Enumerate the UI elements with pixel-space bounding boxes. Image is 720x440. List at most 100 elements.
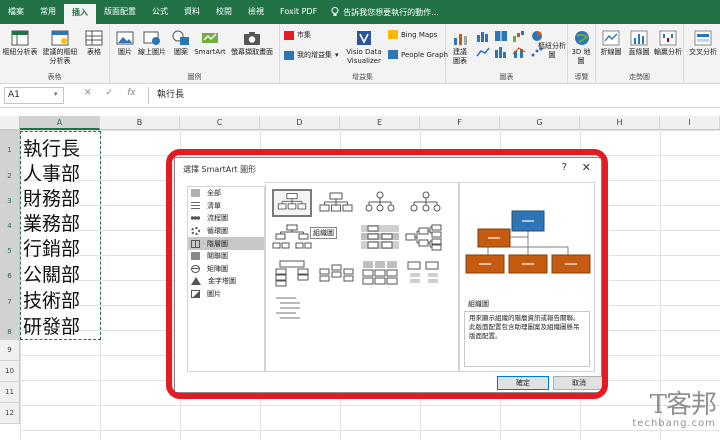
tell-me-box[interactable]: 告訴我您想要執行的動作... <box>331 7 439 18</box>
formula-actions: ✕ ✓ fx <box>84 88 136 98</box>
tab-page-layout[interactable]: 版面配置 <box>96 0 144 24</box>
screenshot-button[interactable]: 螢幕擷取畫面 <box>228 30 276 57</box>
pictures-button[interactable]: 圖片 <box>114 30 136 57</box>
pie-chart-icon[interactable] <box>530 30 544 42</box>
tab-data[interactable]: 資料 <box>176 0 208 24</box>
camera-icon <box>244 32 260 45</box>
row-header-8[interactable]: 8 <box>0 308 20 340</box>
people-graph-button[interactable]: People Graph <box>388 50 448 59</box>
pivot-chart-button[interactable]: 樞紐分析圖 <box>538 42 568 60</box>
group-tours: 3D 地圖 導覽 <box>568 24 596 84</box>
chevron-down-icon: ▾ <box>335 51 339 59</box>
store-button[interactable]: 市集 <box>284 30 311 40</box>
bing-maps-button[interactable]: Bing Maps <box>388 30 437 39</box>
row-header-11[interactable]: 11 <box>0 382 20 403</box>
combo-chart-icon[interactable] <box>512 46 526 58</box>
formula-bar: A1 ▾ ✕ ✓ fx 執行長 <box>0 84 720 108</box>
visio-data-visualizer-button[interactable]: Visio Data Visualizer <box>342 30 386 66</box>
cancel-icon[interactable]: ✕ <box>84 88 92 98</box>
group-addins: 市集 我的增益集 ▾ Visio Data Visualizer Bing Ma… <box>280 24 448 84</box>
group-charts-label: 圖表 <box>499 73 514 81</box>
globe-icon <box>575 31 589 45</box>
column-header-a[interactable]: A <box>20 116 100 130</box>
sparkline-column-icon <box>630 30 648 46</box>
lightbulb-icon <box>331 7 339 16</box>
recommended-pivot-icon <box>51 30 69 46</box>
smartart-button[interactable]: SmartArt <box>194 30 226 57</box>
pivot-table-icon <box>11 30 29 46</box>
row-header-10[interactable]: 10 <box>0 361 20 382</box>
shapes-button[interactable]: 圖案 <box>170 30 192 57</box>
copy-marquee <box>20 131 101 340</box>
table-icon <box>85 30 103 46</box>
column-header-c[interactable]: C <box>180 116 260 130</box>
row-header-3[interactable]: 3 <box>0 181 20 206</box>
group-tables: 樞紐分析表 建議的樞紐分析表 表格 表格 <box>0 24 110 84</box>
enter-icon[interactable]: ✓ <box>106 88 114 98</box>
row-header-6[interactable]: 6 <box>0 256 20 282</box>
column-header-h[interactable]: H <box>580 116 660 130</box>
tab-review[interactable]: 校閱 <box>208 0 240 24</box>
column-header-f[interactable]: F <box>420 116 500 130</box>
hierarchy-chart-icon[interactable] <box>494 30 508 42</box>
recommended-pivot-button[interactable]: 建議的樞紐分析表 <box>40 30 80 66</box>
group-addins-label: 增益集 <box>352 73 373 81</box>
3d-map-button[interactable]: 3D 地圖 <box>570 30 594 66</box>
row-header-7[interactable]: 7 <box>0 282 20 308</box>
column-header-i[interactable]: I <box>660 116 720 130</box>
insert-function-icon[interactable]: fx <box>127 88 136 98</box>
tab-insert[interactable]: 插入 <box>64 4 96 24</box>
row-header-1[interactable]: 1 <box>0 130 20 156</box>
column-header-g[interactable]: G <box>500 116 580 130</box>
group-charts: 建議圖表 樞紐分析圖 圖表 <box>446 24 568 84</box>
sparkline-line-button[interactable]: 折線圖 <box>598 30 624 57</box>
bing-icon <box>388 30 398 39</box>
name-box-dropdown-icon[interactable]: ▾ <box>54 90 58 98</box>
table-button[interactable]: 表格 <box>82 30 106 57</box>
column-header-d[interactable]: D <box>260 116 340 130</box>
tab-foxit-pdf[interactable]: Foxit PDF <box>272 0 325 24</box>
sparkline-winloss-button[interactable]: 輸贏分析 <box>654 30 682 57</box>
column-header-e[interactable]: E <box>340 116 420 130</box>
ribbon: 樞紐分析表 建議的樞紐分析表 表格 表格 圖片 線上圖片 圖案 SmartArt <box>0 24 720 84</box>
sparkline-line-icon <box>602 30 620 46</box>
watermark: T客邦 techbang.com <box>632 390 717 429</box>
pivot-table-button[interactable]: 樞紐分析表 <box>2 30 38 57</box>
tab-formulas[interactable]: 公式 <box>144 0 176 24</box>
tell-me-text: 告訴我您想要執行的動作... <box>343 7 439 17</box>
column-chart-icon[interactable] <box>476 30 490 42</box>
column-header-b[interactable]: B <box>100 116 180 130</box>
tab-file[interactable]: 檔案 <box>0 0 32 24</box>
line-chart-icon[interactable] <box>476 46 490 58</box>
formula-input[interactable]: 執行長 <box>148 87 716 104</box>
online-pictures-button[interactable]: 線上圖片 <box>136 30 168 57</box>
row-header-4[interactable]: 4 <box>0 206 20 231</box>
tab-home[interactable]: 常用 <box>32 0 64 24</box>
online-picture-icon <box>143 31 160 45</box>
group-tours-label: 導覽 <box>574 73 589 81</box>
people-graph-icon <box>388 50 398 59</box>
group-tables-label: 表格 <box>47 73 62 81</box>
select-all-corner[interactable] <box>0 116 20 130</box>
shapes-icon <box>172 30 189 45</box>
row-header-5[interactable]: 5 <box>0 231 20 256</box>
group-illustrations: 圖片 線上圖片 圖案 SmartArt 螢幕擷取畫面 圖例 <box>110 24 280 84</box>
watermark-url: techbang.com <box>632 418 716 429</box>
row-header-2[interactable]: 2 <box>0 156 20 181</box>
recommended-charts-button[interactable]: 建議圖表 <box>450 30 472 66</box>
smartart-icon <box>202 33 218 43</box>
group-illustrations-label: 圖例 <box>187 73 202 81</box>
statistic-chart-icon[interactable] <box>494 46 508 58</box>
visio-icon <box>357 31 371 45</box>
sparkline-column-button[interactable]: 直條圖 <box>626 30 652 57</box>
row-header-9[interactable]: 9 <box>0 340 20 361</box>
tab-view[interactable]: 檢視 <box>240 0 272 24</box>
picture-icon <box>116 31 134 45</box>
watermark-logo: T客邦 <box>649 390 717 420</box>
my-addins-button[interactable]: 我的增益集 ▾ <box>284 50 339 60</box>
row-header-12[interactable]: 12 <box>0 403 20 424</box>
slicer-button[interactable]: 交叉分析 <box>686 30 720 57</box>
ribbon-tab-bar: 檔案 常用 插入 版面配置 公式 資料 校閱 檢視 Foxit PDF 告訴我您… <box>0 0 720 24</box>
group-sparklines-label: 走勢圖 <box>629 73 650 81</box>
waterfall-chart-icon[interactable] <box>512 30 526 42</box>
